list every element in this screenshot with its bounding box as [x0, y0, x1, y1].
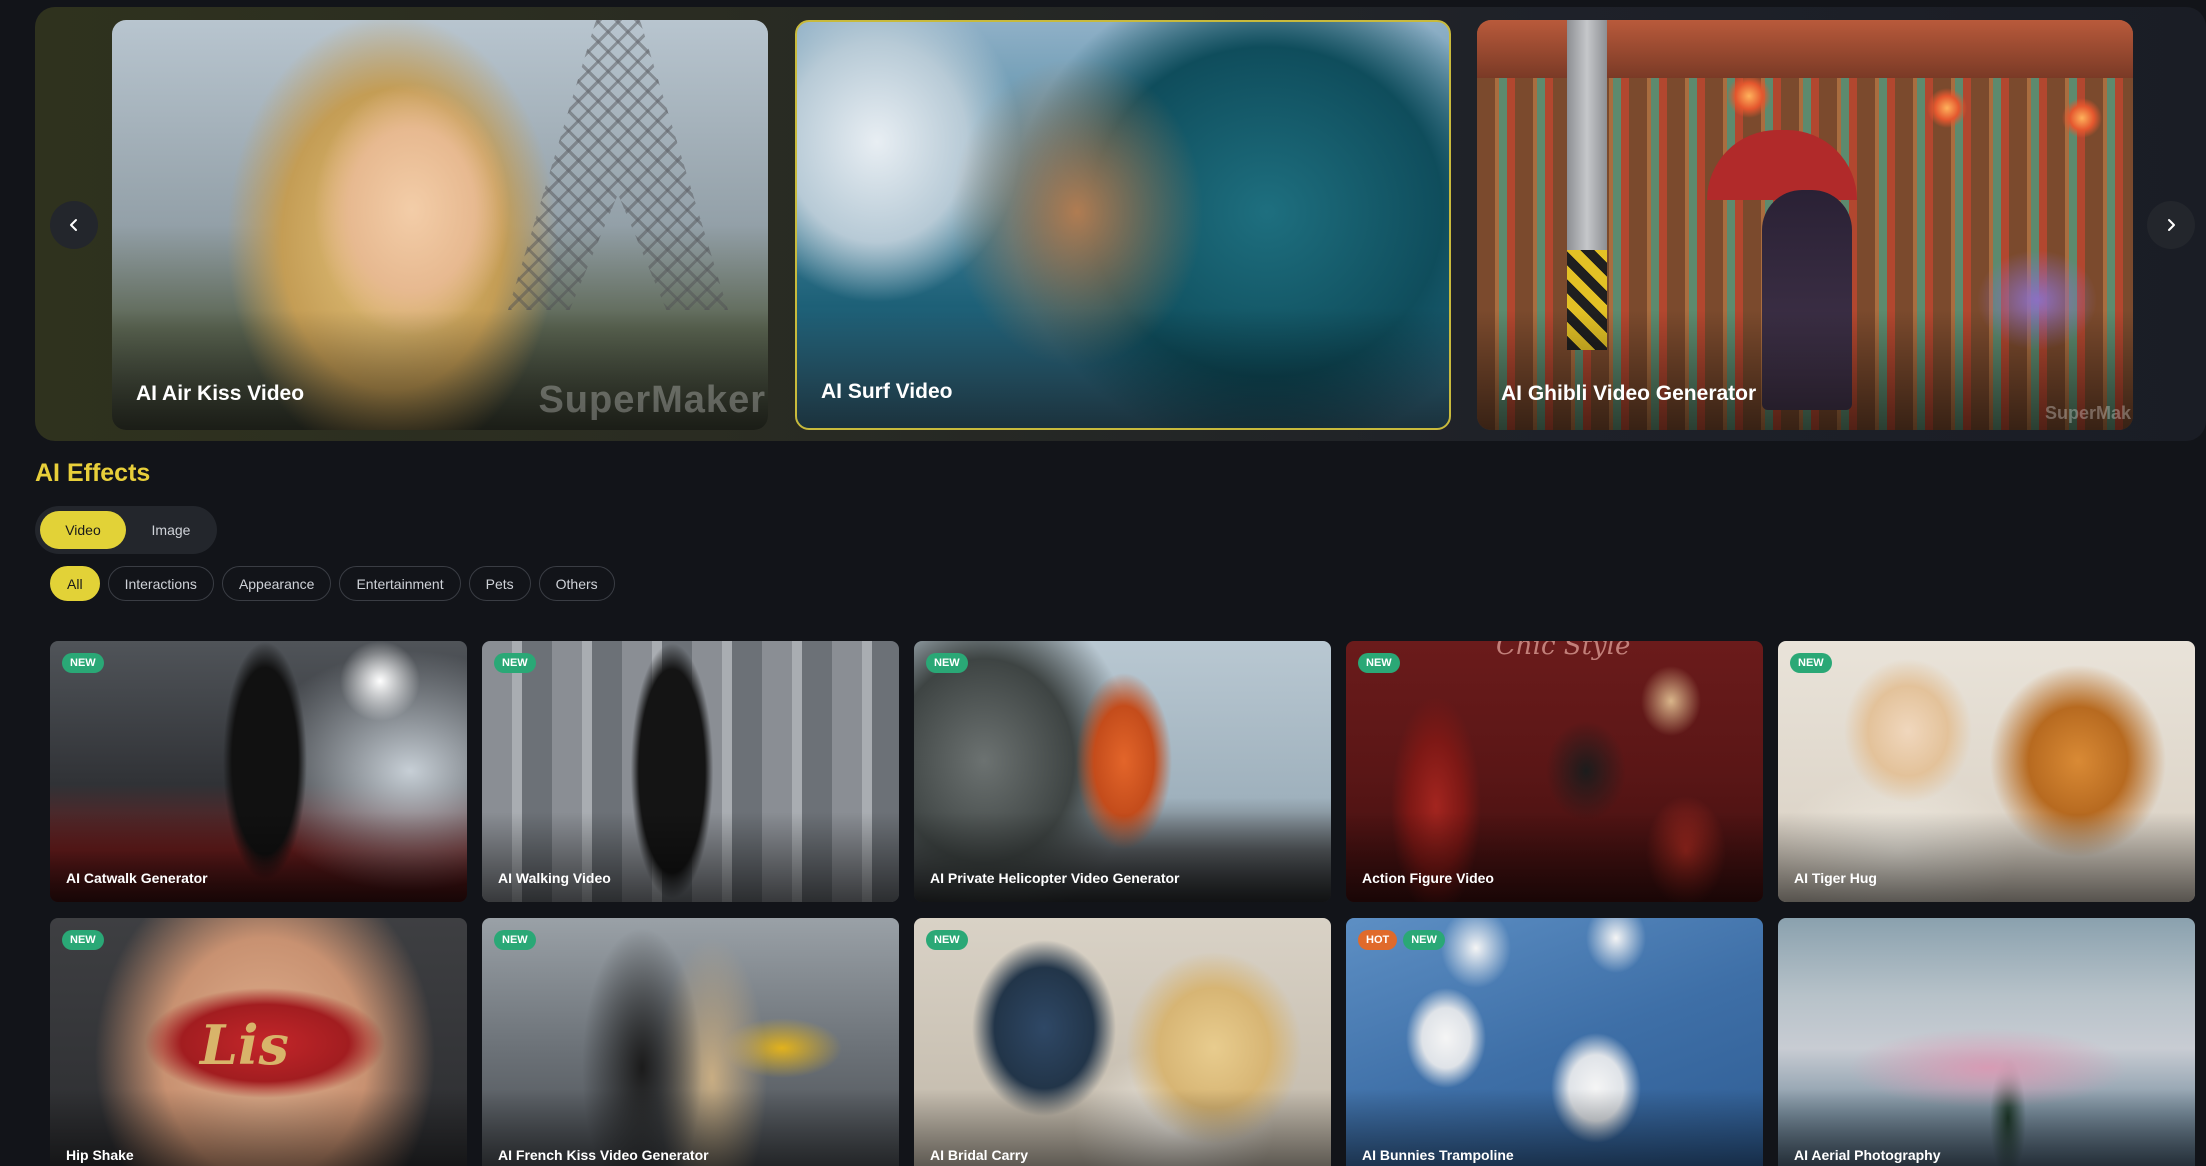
effect-card-title: AI Bridal Carry: [930, 1147, 1029, 1163]
new-badge: NEW: [1358, 653, 1400, 673]
featured-card-surf[interactable]: AI Surf Video: [795, 20, 1451, 430]
effect-card[interactable]: AI Aerial Photography: [1778, 918, 2195, 1166]
filter-entertainment[interactable]: Entertainment: [339, 566, 461, 601]
effect-card[interactable]: NEW AI Tiger Hug: [1778, 641, 2195, 902]
new-badge: NEW: [62, 653, 104, 673]
filter-others[interactable]: Others: [538, 566, 615, 601]
effect-card[interactable]: Lis NEW Hip Shake: [50, 918, 467, 1166]
effect-card[interactable]: HOT NEW AI Bunnies Trampoline: [1346, 918, 1763, 1166]
effect-card[interactable]: Chic Style NEW Action Figure Video: [1346, 641, 1763, 902]
effect-card-title: AI Catwalk Generator: [66, 870, 208, 886]
effect-card[interactable]: NEW AI Bridal Carry: [914, 918, 1331, 1166]
filter-interactions[interactable]: Interactions: [107, 566, 214, 601]
hot-badge: HOT: [1358, 930, 1398, 950]
new-badge: NEW: [1790, 653, 1832, 673]
filter-all[interactable]: All: [50, 566, 100, 601]
effect-card[interactable]: NEW AI Private Helicopter Video Generato…: [914, 641, 1331, 902]
video-tab[interactable]: Video: [40, 511, 126, 549]
umbrella-image: [1707, 130, 1857, 200]
utility-pole-image: [1567, 20, 1607, 350]
featured-card-title: AI Surf Video: [821, 380, 953, 403]
new-badge: NEW: [926, 930, 968, 950]
effect-card-title: AI Walking Video: [498, 870, 611, 886]
featured-card-title: AI Air Kiss Video: [136, 382, 305, 405]
effect-card-title: Action Figure Video: [1362, 870, 1494, 886]
filter-appearance[interactable]: Appearance: [221, 566, 332, 601]
effect-card[interactable]: NEW AI French Kiss Video Generator: [482, 918, 899, 1166]
new-badge: NEW: [62, 930, 104, 950]
chevron-right-icon: [2168, 219, 2175, 231]
new-badge: NEW: [494, 930, 536, 950]
packaging-text: Chic Style: [1496, 641, 1631, 661]
page: SuperMaker AI Air Kiss Video AI Surf Vid…: [0, 0, 2206, 1166]
filter-pets[interactable]: Pets: [468, 566, 531, 601]
effect-card-title: AI French Kiss Video Generator: [498, 1147, 709, 1163]
featured-card-title: AI Ghibli Video Generator: [1501, 382, 1757, 405]
featured-carousel: SuperMaker AI Air Kiss Video AI Surf Vid…: [35, 7, 2206, 441]
watermark: SuperMak: [2044, 403, 2131, 423]
effect-card-title: AI Tiger Hug: [1794, 870, 1877, 886]
effect-card-title: AI Private Helicopter Video Generator: [930, 870, 1180, 886]
section-title: AI Effects: [35, 459, 151, 487]
image-tab[interactable]: Image: [130, 511, 212, 549]
effect-card-title: AI Bunnies Trampoline: [1362, 1147, 1514, 1163]
featured-card-air-kiss[interactable]: SuperMaker AI Air Kiss Video: [112, 20, 768, 430]
new-badge: NEW: [494, 653, 536, 673]
effect-card[interactable]: NEW AI Catwalk Generator: [50, 641, 467, 902]
category-filters: All Interactions Appearance Entertainmen…: [50, 566, 615, 601]
watermark: SuperMaker: [538, 379, 766, 421]
effect-card-title: Hip Shake: [66, 1147, 134, 1163]
featured-card-ghibli[interactable]: SuperMak AI Ghibli Video Generator: [1477, 20, 2133, 430]
carousel-next-button[interactable]: [2147, 201, 2195, 249]
shirt-text: Lis: [200, 1013, 289, 1077]
chevron-left-icon: [70, 219, 77, 231]
effect-card[interactable]: NEW AI Walking Video: [482, 641, 899, 902]
effect-card-title: AI Aerial Photography: [1794, 1147, 1941, 1163]
new-badge: NEW: [926, 653, 968, 673]
media-type-toggle: Video Image: [35, 506, 217, 554]
new-badge: NEW: [1403, 930, 1445, 950]
eiffel-tower-image: [508, 20, 728, 310]
carousel-prev-button[interactable]: [50, 201, 98, 249]
